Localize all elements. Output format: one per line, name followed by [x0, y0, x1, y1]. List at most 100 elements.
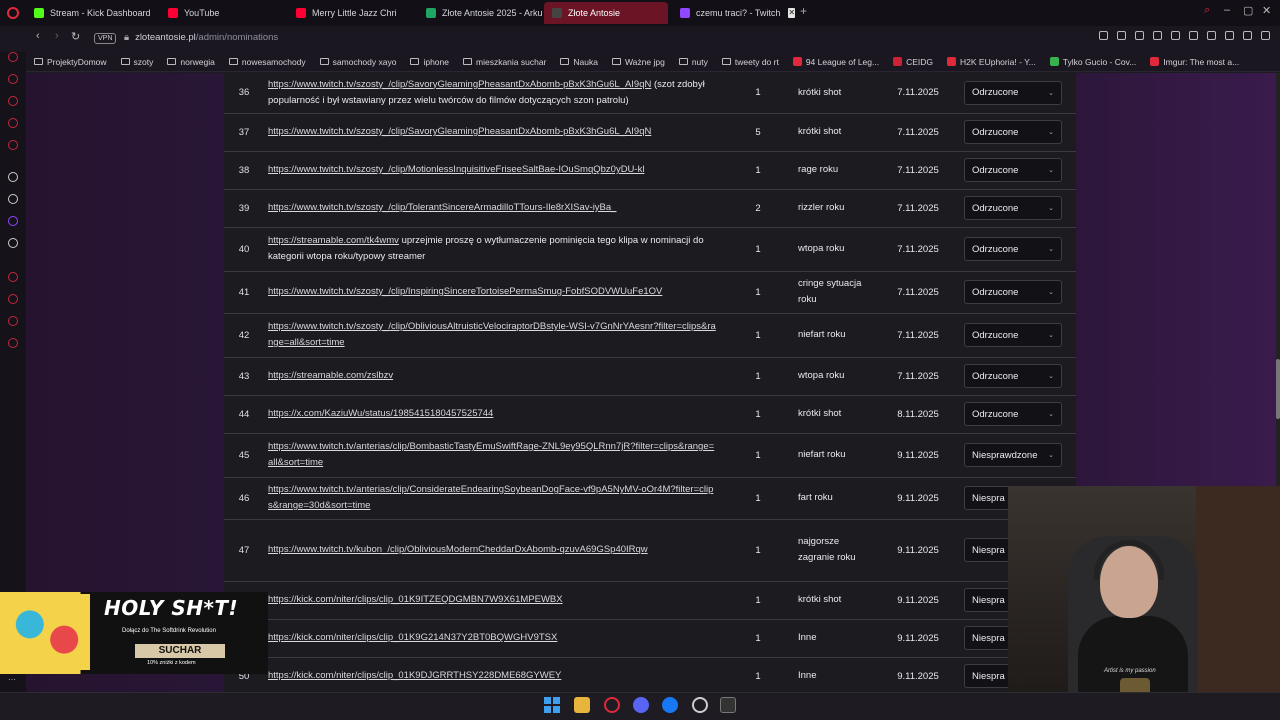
maximize-icon[interactable]: ▢ [1243, 4, 1253, 17]
bookmark-item[interactable]: Tylko Gucio - Cov... [1049, 57, 1136, 67]
clip-link[interactable]: https://www.twitch.tv/kubon_/clip/Oblivi… [268, 544, 648, 555]
bookmark-item[interactable]: mieszkania suchar [463, 57, 546, 67]
clip-link[interactable]: https://www.twitch.tv/anterias/clip/Cons… [268, 484, 713, 511]
bookmark-item[interactable]: tweety do rt [721, 57, 779, 67]
clip-link[interactable]: https://www.twitch.tv/anterias/clip/Bomb… [268, 441, 714, 468]
sidebar-whatsapp-icon[interactable] [8, 74, 18, 84]
clip-link[interactable]: https://kick.com/niter/clips/clip_01K9G2… [268, 632, 557, 643]
shield-icon[interactable] [1135, 31, 1144, 40]
vpn-badge[interactable]: VPN [94, 33, 117, 44]
sidebar-x-icon[interactable] [8, 238, 18, 248]
tab-0[interactable]: Stream - Kick Dashboard [26, 2, 166, 24]
sidebar-twitch-icon[interactable] [8, 216, 18, 226]
clip-link[interactable]: https://x.com/KaziuWu/status/19854151804… [268, 408, 493, 419]
status-select[interactable]: Odrzucone ⌄ [964, 280, 1062, 304]
bookmark-item[interactable]: szoty [120, 57, 153, 67]
status-select[interactable]: Odrzucone ⌄ [964, 158, 1062, 182]
status-select[interactable]: Odrzucone ⌄ [964, 120, 1062, 144]
forward-icon[interactable]: › [55, 30, 59, 42]
tab-4[interactable]: Złote Antosie [544, 2, 668, 24]
sidebar-settings-icon[interactable] [8, 338, 18, 348]
bookmark-item[interactable]: samochody xayo [319, 57, 396, 67]
sidebar-music-icon[interactable] [8, 140, 18, 150]
date: 7.11.2025 [876, 151, 960, 190]
status-select[interactable]: Odrzucone ⌄ [964, 237, 1062, 261]
sidebar-aria-icon[interactable] [8, 172, 18, 182]
profile-icon[interactable] [1225, 31, 1234, 40]
sidebar-history-icon[interactable] [8, 272, 18, 282]
tab-3[interactable]: Złote Antosie 2025 - Arku [418, 2, 544, 24]
sidebar-messenger-icon[interactable] [8, 52, 18, 62]
opera-taskbar-icon[interactable] [604, 697, 620, 713]
clip-link[interactable]: https://www.twitch.tv/szosty_/clip/Inspi… [268, 286, 662, 297]
bookmark-icon[interactable] [1099, 31, 1108, 40]
tab-1[interactable]: YouTube [160, 2, 280, 24]
status-select[interactable]: Odrzucone ⌄ [964, 196, 1062, 220]
bookmark-item[interactable]: ProjektyDomow [34, 57, 107, 67]
status-value: Niesprawdzone [972, 449, 1038, 461]
flow-icon[interactable] [1153, 31, 1162, 40]
menu-icon[interactable] [1261, 31, 1270, 40]
status-select[interactable]: Odrzucone ⌄ [964, 402, 1062, 426]
sidebar-telegram-icon[interactable] [8, 96, 18, 106]
back-icon[interactable]: ‹ [36, 30, 40, 42]
url-field[interactable]: 🔒︎ zloteantosie.pl/admin/nominations [124, 32, 278, 43]
more-icon[interactable]: ⋯ [8, 675, 16, 684]
sidebar-pin-icon[interactable] [8, 316, 18, 326]
bookmark-item[interactable]: iphone [410, 57, 449, 67]
clip-cell: https://kick.com/niter/clips/clip_01K9IT… [264, 581, 722, 620]
download-icon[interactable] [1243, 31, 1252, 40]
reload-icon[interactable]: ↻ [71, 30, 80, 43]
facebook-taskbar-icon[interactable] [662, 697, 678, 713]
minimize-icon[interactable]: – [1224, 4, 1230, 16]
clip-link[interactable]: https://www.twitch.tv/szosty_/clip/Savor… [268, 79, 651, 90]
close-window-icon[interactable]: ✕ [1262, 4, 1271, 17]
status-select[interactable]: Odrzucone ⌄ [964, 364, 1062, 388]
category: najgorsze zagranie roku [794, 519, 876, 582]
category: Inne [794, 619, 876, 658]
status-select[interactable]: Odrzucone ⌄ [964, 80, 1062, 105]
chatgpt-taskbar-icon[interactable] [692, 697, 708, 713]
vote-count: 1 [722, 657, 794, 692]
terminal-taskbar-icon[interactable] [720, 697, 736, 713]
bookmark-item[interactable]: Ważne jpg [611, 57, 665, 67]
search-tabs-icon[interactable]: ⌕ [1204, 4, 1210, 17]
opera-logo-icon[interactable] [0, 0, 26, 26]
status-select[interactable]: Niesprawdzone ⌄ [964, 443, 1062, 467]
windows-start-icon[interactable] [544, 697, 560, 713]
bookmark-item[interactable]: nowesamochody [228, 57, 306, 67]
discord-taskbar-icon[interactable] [633, 697, 649, 713]
sidebar-instagram-icon[interactable] [8, 118, 18, 128]
tab-5[interactable]: czemu traci? - Twitch ✕ [672, 2, 800, 24]
sidebar-clock-icon[interactable] [8, 294, 18, 304]
clip-link[interactable]: https://www.twitch.tv/szosty_/clip/Motio… [268, 164, 644, 175]
clip-link[interactable]: https://kick.com/niter/clips/clip_01K9IT… [268, 594, 563, 605]
file-explorer-icon[interactable] [574, 697, 590, 713]
snapshot-icon[interactable] [1117, 31, 1126, 40]
clip-link[interactable]: https://streamable.com/zslbzv [268, 370, 393, 381]
clip-link[interactable]: https://kick.com/niter/clips/clip_01K9DJ… [268, 670, 561, 681]
bookmark-item[interactable]: Nauka [560, 57, 598, 67]
bookmark-item[interactable]: 94 League of Leg... [792, 57, 879, 67]
tab-2[interactable]: Merry Little Jazz Chri [288, 2, 408, 24]
bookmark-item[interactable]: Imgur: The most a... [1150, 57, 1239, 67]
category: rage roku [794, 151, 876, 190]
clip-link[interactable]: https://www.twitch.tv/szosty_/clip/Toler… [268, 202, 616, 213]
clip-link[interactable]: https://www.twitch.tv/szosty_/clip/Savor… [268, 126, 651, 137]
bookmark-item[interactable]: H2K EUphoria! - Y... [947, 57, 1036, 67]
bookmark-item[interactable]: nuty [678, 57, 708, 67]
scrollbar-thumb[interactable] [1276, 359, 1280, 419]
tab-close-icon[interactable]: ✕ [788, 8, 796, 18]
new-tab-button[interactable]: + [800, 4, 807, 18]
site-favicon-icon [1049, 57, 1059, 66]
clip-link[interactable]: https://www.twitch.tv/szosty_/clip/Obliv… [268, 321, 716, 348]
extensions-icon[interactable] [1207, 31, 1216, 40]
bookmark-item[interactable]: norwegia [167, 57, 215, 67]
sidebar-chatgpt-icon[interactable] [8, 194, 18, 204]
clip-link[interactable]: https://streamable.com/tk4wmv [268, 235, 399, 246]
heart-icon[interactable] [1189, 31, 1198, 40]
bookmark-item[interactable]: CEIDG [893, 57, 933, 67]
player-icon[interactable] [1171, 31, 1180, 40]
status-select[interactable]: Odrzucone ⌄ [964, 323, 1062, 347]
folder-icon [410, 58, 420, 65]
